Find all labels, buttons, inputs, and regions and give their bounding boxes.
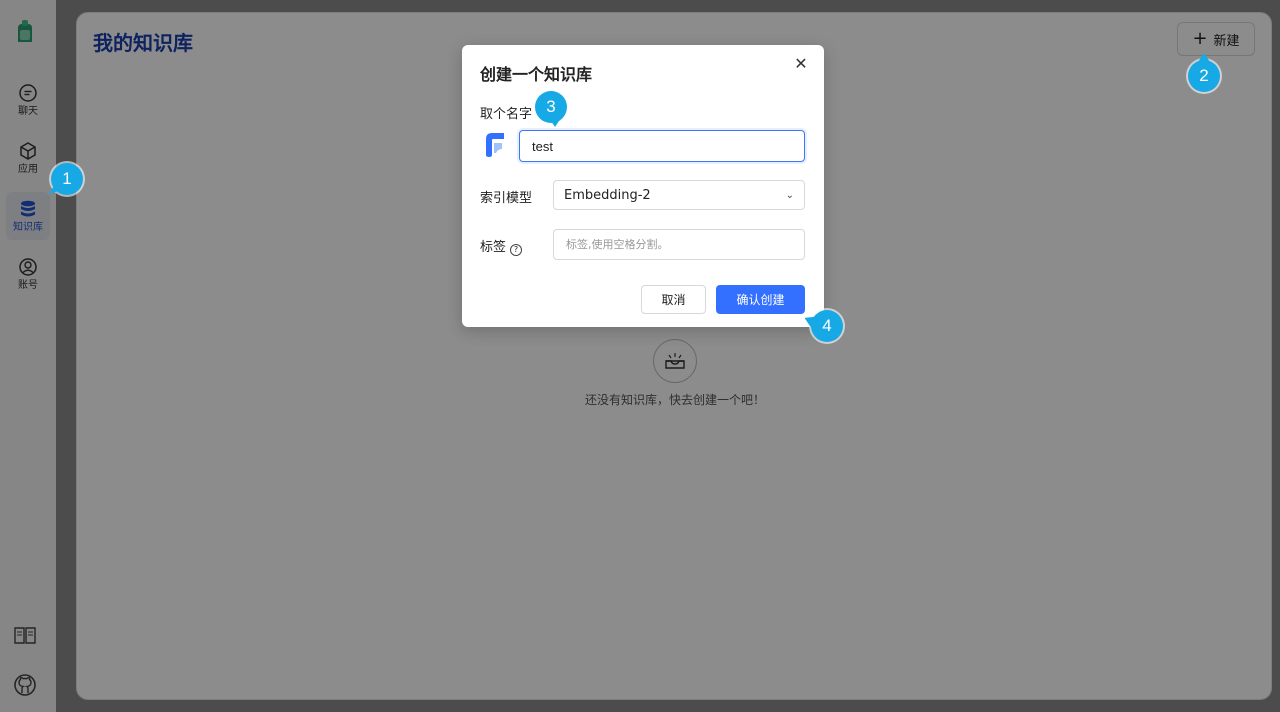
close-icon[interactable]: ✕ bbox=[792, 55, 810, 73]
step-marker-4: 4 bbox=[801, 310, 843, 342]
model-label: 索引模型 bbox=[480, 191, 533, 206]
tags-input[interactable] bbox=[553, 229, 805, 260]
create-knowledge-modal: 创建一个知识库 ✕ 取个名字 索引模型 Embedding-2 ⌄ 标签? 取消… bbox=[462, 45, 824, 327]
step-marker-2: 2 bbox=[1188, 53, 1220, 92]
knowledge-name-input[interactable] bbox=[519, 130, 805, 162]
confirm-create-button[interactable]: 确认创建 bbox=[716, 285, 805, 314]
index-model-value: Embedding-2 bbox=[564, 187, 651, 203]
tags-label: 标签 bbox=[480, 240, 507, 255]
modal-title: 创建一个知识库 bbox=[480, 65, 593, 84]
step-marker-3: 3 bbox=[535, 91, 567, 127]
knowledge-avatar-icon[interactable] bbox=[484, 131, 506, 159]
index-model-select[interactable]: Embedding-2 ⌄ bbox=[553, 180, 805, 210]
cancel-button[interactable]: 取消 bbox=[641, 285, 706, 314]
tags-label-row: 标签? bbox=[480, 236, 523, 256]
step-marker-1: 1 bbox=[45, 163, 83, 195]
help-icon[interactable]: ? bbox=[510, 244, 523, 256]
name-label: 取个名字 bbox=[480, 107, 533, 122]
chevron-down-icon: ⌄ bbox=[785, 189, 794, 201]
